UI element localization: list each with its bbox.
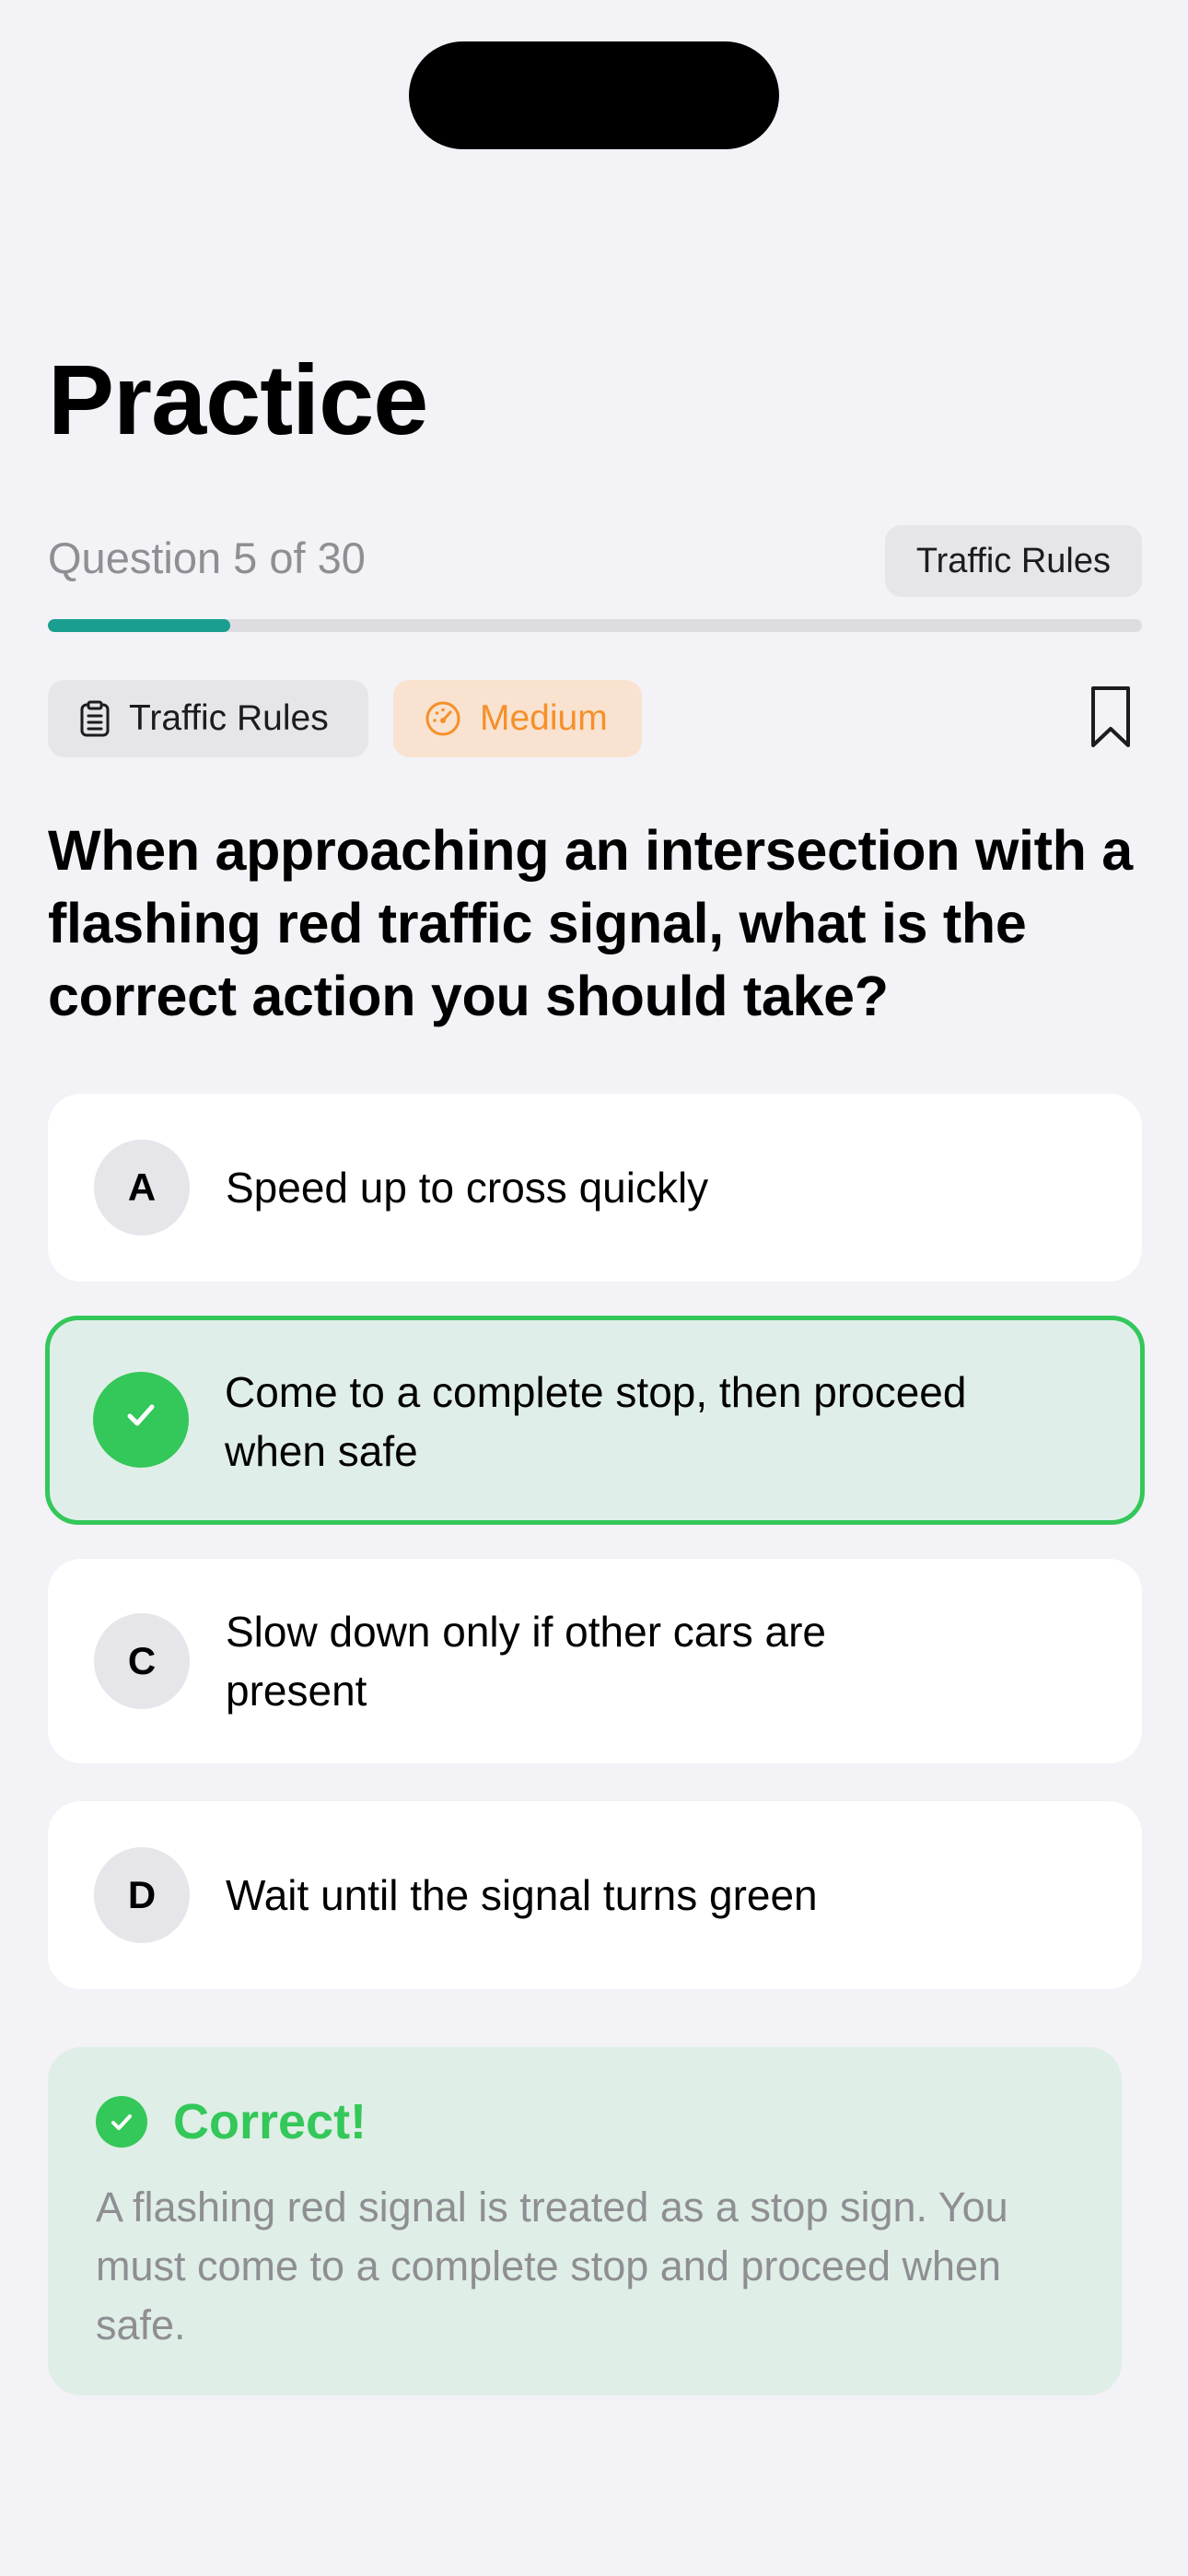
bookmark-icon [1089, 685, 1132, 754]
checkmark-circle-icon [96, 2096, 147, 2148]
feedback-explanation: A flashing red signal is treated as a st… [96, 2184, 1008, 2348]
option-letter-badge: C [94, 1613, 190, 1709]
feedback-title: Correct! [96, 2093, 367, 2150]
difficulty-tag-label: Medium [480, 698, 608, 738]
category-tag: Traffic Rules [48, 680, 368, 757]
feedback-title-label: Correct! [173, 2094, 367, 2149]
answer-option-c[interactable]: C Slow down only if other cars are prese… [48, 1559, 1142, 1763]
feedback-card: Correct! A flashing red signal is treate… [48, 2047, 1122, 2395]
option-text: Speed up to cross quickly [226, 1164, 709, 1212]
progress-bar-fill [48, 619, 231, 632]
dynamic-island [409, 41, 779, 149]
clipboard-icon [79, 700, 111, 737]
answer-option-a[interactable]: A Speed up to cross quickly [48, 1094, 1142, 1282]
question-text: When approaching an intersection with a … [48, 819, 1133, 1027]
option-text: Come to a complete stop, then proceed wh… [225, 1368, 967, 1475]
difficulty-tag: Medium [393, 680, 642, 757]
bookmark-button[interactable] [1087, 684, 1135, 754]
option-letter-badge: D [94, 1847, 190, 1943]
category-chip[interactable]: Traffic Rules [884, 525, 1142, 597]
category-tag-label: Traffic Rules [129, 698, 329, 738]
question-progress-label: Question 5 of 30 [48, 533, 366, 582]
checkmark-icon [120, 1394, 162, 1446]
option-selected-badge [93, 1372, 189, 1468]
option-letter-badge: A [94, 1140, 190, 1235]
page-title: Practice [48, 344, 428, 455]
answer-option-d[interactable]: D Wait until the signal turns green [48, 1801, 1142, 1989]
option-text: Slow down only if other cars are present [226, 1608, 826, 1715]
option-text: Wait until the signal turns green [226, 1871, 818, 1919]
answer-option-b[interactable]: Come to a complete stop, then proceed wh… [45, 1316, 1145, 1525]
gauge-icon [425, 700, 461, 737]
progress-bar [48, 619, 1142, 632]
